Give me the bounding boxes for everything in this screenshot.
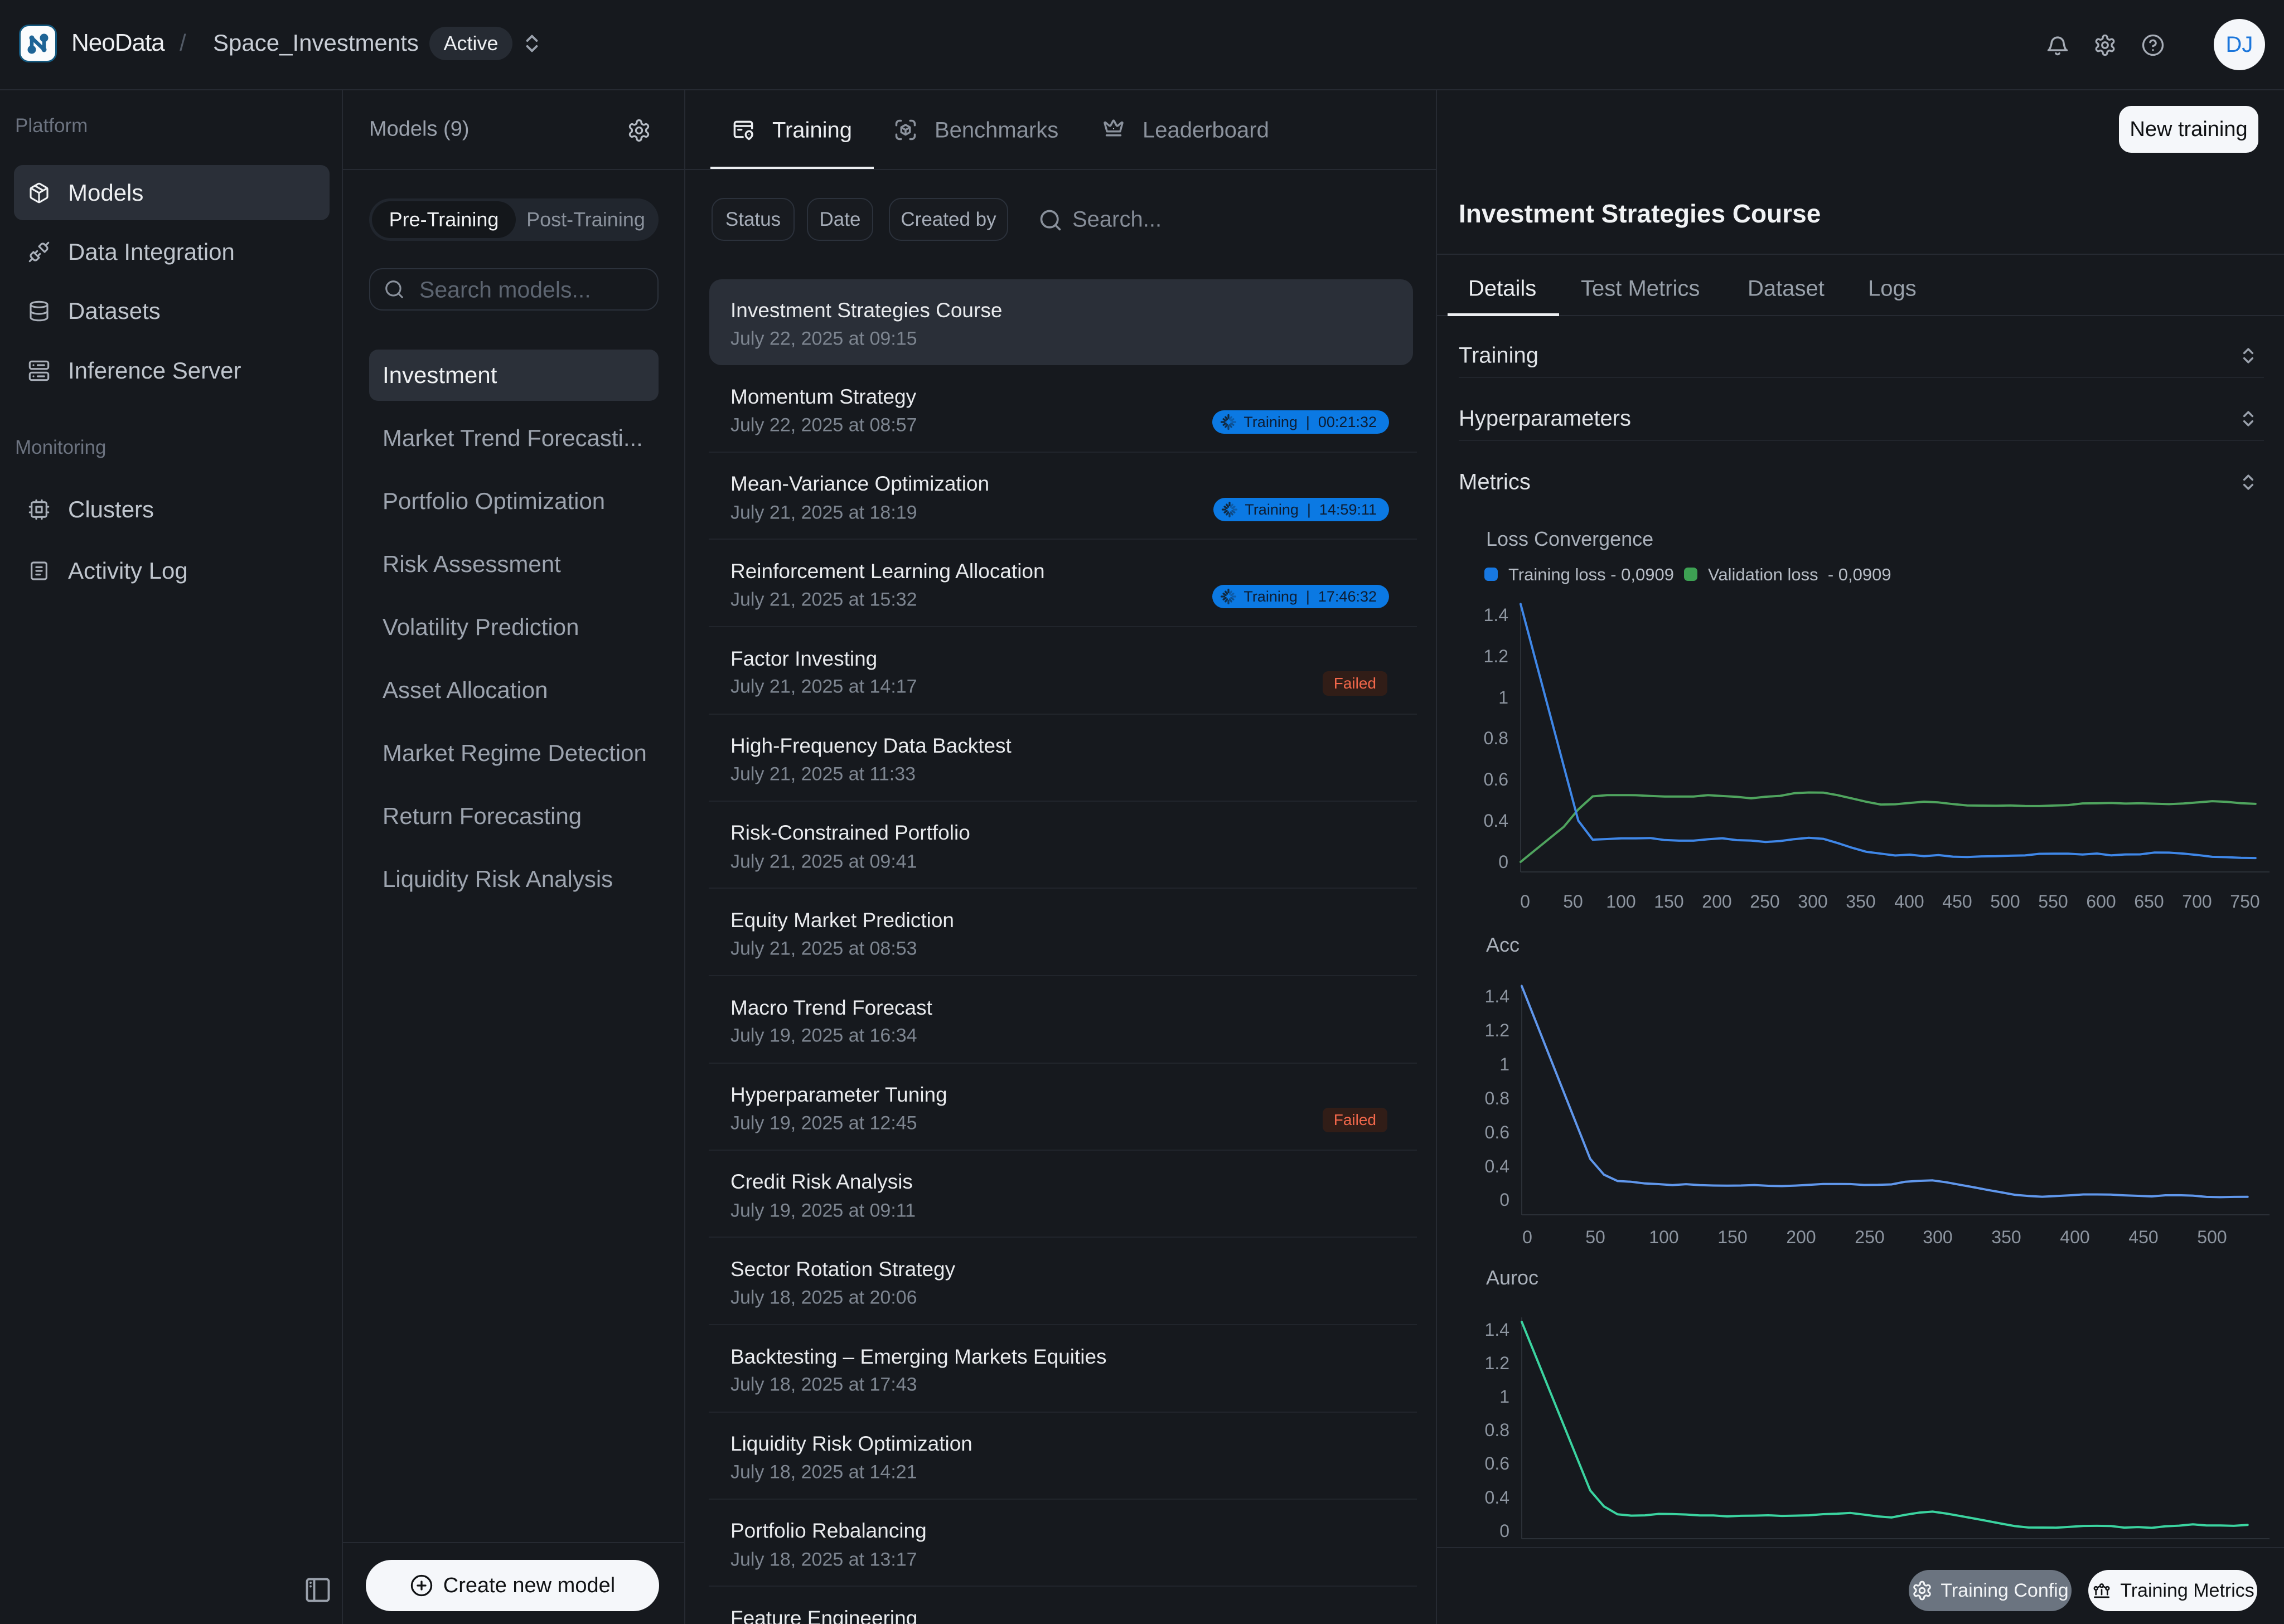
svg-text:0.6: 0.6 <box>1485 1122 1509 1142</box>
svg-text:650: 650 <box>2134 891 2164 912</box>
svg-text:350: 350 <box>1991 1227 2021 1247</box>
svg-text:0.8: 0.8 <box>1484 728 1508 748</box>
svg-text:300: 300 <box>1798 891 1827 912</box>
svg-text:400: 400 <box>1894 891 1924 912</box>
svg-text:0: 0 <box>1522 1227 1532 1247</box>
svg-text:500: 500 <box>2197 1227 2227 1247</box>
svg-text:0.6: 0.6 <box>1484 769 1508 789</box>
svg-text:1.4: 1.4 <box>1485 1320 1509 1340</box>
svg-text:0.8: 0.8 <box>1485 1420 1509 1440</box>
svg-text:0: 0 <box>1520 891 1530 912</box>
svg-text:0.8: 0.8 <box>1485 1088 1509 1108</box>
svg-text:1.2: 1.2 <box>1485 1020 1509 1040</box>
svg-text:150: 150 <box>1654 891 1683 912</box>
svg-text:100: 100 <box>1649 1227 1678 1247</box>
svg-text:250: 250 <box>1750 891 1779 912</box>
svg-text:400: 400 <box>2060 1227 2089 1247</box>
svg-text:50: 50 <box>1563 891 1583 912</box>
svg-text:750: 750 <box>2230 891 2259 912</box>
svg-text:700: 700 <box>2182 891 2212 912</box>
svg-text:250: 250 <box>1855 1227 1884 1247</box>
svg-text:0.4: 0.4 <box>1485 1156 1509 1176</box>
svg-text:450: 450 <box>1942 891 1972 912</box>
svg-text:200: 200 <box>1786 1227 1816 1247</box>
svg-text:1: 1 <box>1498 687 1508 707</box>
svg-text:50: 50 <box>1585 1227 1605 1247</box>
svg-text:0.4: 0.4 <box>1485 1487 1509 1507</box>
svg-text:1: 1 <box>1499 1387 1509 1407</box>
svg-text:350: 350 <box>1846 891 1875 912</box>
svg-text:100: 100 <box>1606 891 1635 912</box>
svg-text:1: 1 <box>1499 1054 1509 1074</box>
svg-text:450: 450 <box>2128 1227 2158 1247</box>
svg-text:0: 0 <box>1499 1190 1509 1210</box>
svg-text:1.2: 1.2 <box>1484 646 1508 666</box>
svg-text:550: 550 <box>2038 891 2068 912</box>
svg-text:300: 300 <box>1923 1227 1952 1247</box>
svg-text:600: 600 <box>2086 891 2116 912</box>
svg-text:0: 0 <box>1498 852 1508 872</box>
svg-text:200: 200 <box>1702 891 1731 912</box>
svg-text:0.6: 0.6 <box>1485 1453 1509 1473</box>
svg-text:0: 0 <box>1499 1521 1509 1541</box>
svg-text:1.4: 1.4 <box>1484 605 1508 625</box>
svg-text:500: 500 <box>1990 891 2020 912</box>
svg-text:0.4: 0.4 <box>1484 811 1508 831</box>
svg-text:150: 150 <box>1717 1227 1747 1247</box>
svg-text:1.4: 1.4 <box>1485 986 1509 1006</box>
svg-text:1.2: 1.2 <box>1485 1353 1509 1373</box>
